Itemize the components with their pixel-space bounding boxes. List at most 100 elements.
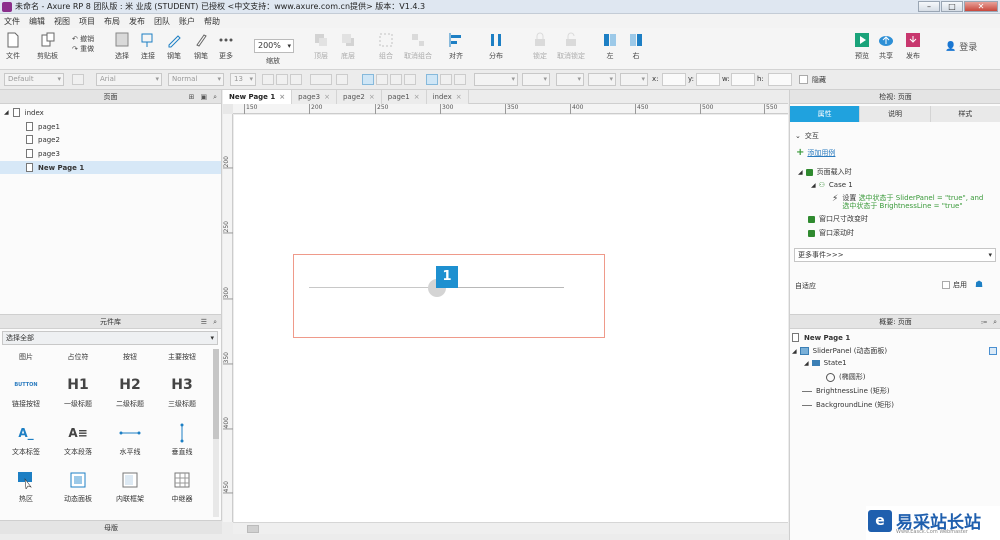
file-button[interactable]: 文件 [5, 32, 21, 61]
tab-new-page-1[interactable]: New Page 1 × [223, 90, 293, 104]
add-page-icon[interactable]: ⊞ [189, 90, 195, 104]
tab-page3[interactable]: page3 × [292, 90, 337, 104]
send-to-bottom-button[interactable]: 底层 [340, 32, 356, 61]
adaptive-views-icon[interactable]: ☗ [975, 280, 983, 290]
widget-link-button[interactable]: BUTTON 链接按钮 [1, 375, 51, 409]
menu-project[interactable]: 项目 [79, 16, 95, 27]
close-icon[interactable]: × [279, 93, 285, 101]
y-field[interactable] [696, 73, 720, 86]
widget-dynamic-panel[interactable]: 动态面板 [53, 470, 103, 504]
outline-item-ellipse[interactable]: (椭圆形) [826, 372, 865, 382]
widget-h1[interactable]: H1 一级标题 [53, 375, 103, 409]
bold-button[interactable] [262, 74, 274, 85]
tab-style[interactable]: 样式 [930, 106, 1000, 122]
widget-button[interactable]: 按钮 [105, 352, 155, 362]
select-button[interactable]: 选择 [114, 32, 130, 61]
menu-icon[interactable]: ☰ [201, 315, 207, 329]
close-icon[interactable]: × [369, 93, 375, 101]
bullet-button[interactable] [336, 74, 348, 85]
close-button[interactable]: ✕ [964, 1, 998, 12]
search-icon[interactable]: ⌕ [213, 315, 217, 329]
right-button[interactable]: 右 [628, 32, 644, 61]
page-tree-root[interactable]: ◢ index [4, 108, 44, 117]
widget-text-paragraph[interactable]: A≡ 文本段落 [53, 423, 103, 457]
publish-button[interactable]: 发布 [905, 32, 921, 61]
ungroup-button[interactable]: 取消组合 [404, 32, 432, 61]
library-scrollbar[interactable] [213, 349, 219, 517]
widget-inline-frame[interactable]: 内联框架 [105, 470, 155, 504]
group-button[interactable]: 组合 [378, 32, 394, 61]
login-button[interactable]: 👤 登录 [945, 40, 977, 54]
menu-edit[interactable]: 编辑 [29, 16, 45, 27]
close-icon[interactable]: × [456, 93, 462, 101]
bring-to-top-button[interactable]: 顶层 [313, 32, 329, 61]
outline-item-state1[interactable]: ◢ State1 [804, 359, 847, 367]
outline-item-brightness-line[interactable]: BrightnessLine (矩形) [802, 386, 890, 396]
library-scroll-thumb[interactable] [213, 349, 219, 439]
interactions-section[interactable]: ⌄ 交互 [795, 131, 819, 141]
widget-h3[interactable]: H3 三级标题 [157, 375, 207, 409]
justify-button[interactable] [404, 74, 416, 85]
case-1[interactable]: ◢ ⚇ Case 1 [811, 181, 853, 189]
shadow-select[interactable]: ▾ [522, 73, 550, 86]
underline-button[interactable] [290, 74, 302, 85]
menu-account[interactable]: 账户 [179, 16, 195, 27]
canvas-horizontal-scrollbar[interactable] [233, 522, 788, 534]
menu-publish[interactable]: 发布 [129, 16, 145, 27]
font-size-select[interactable]: 13 ▾ [230, 73, 256, 86]
canvas-scroll-thumb[interactable] [247, 525, 259, 533]
set-selected-action[interactable]: ⚡ 设置 选中状态于 SliderPanel = "true", and 选中状… [832, 194, 983, 210]
lock-button[interactable]: 锁定 [532, 32, 548, 61]
event-on-page-load[interactable]: ◢ 页面载入时 [798, 167, 852, 177]
minimize-button[interactable]: – [918, 1, 940, 12]
align-button[interactable]: 对齐 [448, 32, 464, 61]
widget-primary-button[interactable]: 主要按钮 [157, 352, 207, 362]
menu-layout[interactable]: 布局 [104, 16, 120, 27]
menu-team[interactable]: 团队 [154, 16, 170, 27]
widget-vertical-line[interactable]: 垂直线 [157, 423, 207, 457]
more-button[interactable]: 更多 [218, 32, 234, 61]
connect-button[interactable]: 连接 [140, 32, 156, 61]
search-icon[interactable]: ⌕ [993, 315, 997, 329]
maximize-button[interactable]: □ [941, 1, 963, 12]
align-text-left-button[interactable] [362, 74, 374, 85]
h-field[interactable] [768, 73, 792, 86]
close-icon[interactable]: × [414, 93, 420, 101]
page-item-page1[interactable]: page1 [26, 122, 60, 131]
menu-file[interactable]: 文件 [4, 16, 20, 27]
align-bottom-button[interactable] [454, 74, 466, 85]
style-select[interactable]: Default ▾ [4, 73, 64, 86]
zoom-select[interactable]: 200% ▾ [254, 39, 294, 53]
library-select[interactable]: 选择全部 ▾ [2, 331, 218, 345]
tab-page2[interactable]: page2 × [336, 90, 382, 104]
border-width-select[interactable]: ▾ [588, 73, 616, 86]
preview-button[interactable]: 预览 [854, 32, 870, 61]
widget-placeholder[interactable]: 占位符 [53, 352, 103, 362]
page-item-new-page-1[interactable]: New Page 1 [0, 161, 221, 174]
widget-image[interactable]: 图片 [1, 352, 51, 362]
format-painter-button[interactable] [72, 74, 84, 85]
align-text-right-button[interactable] [390, 74, 402, 85]
fill-color-select[interactable]: ▾ [474, 73, 518, 86]
font-color-button[interactable] [310, 74, 332, 85]
menu-help[interactable]: 帮助 [204, 16, 220, 27]
page-item-page3[interactable]: page3 [26, 149, 60, 158]
italic-button[interactable] [276, 74, 288, 85]
unlock-button[interactable]: 取消锁定 [557, 32, 585, 61]
page-item-page2[interactable]: page2 [26, 135, 60, 144]
tab-index[interactable]: index × [426, 90, 469, 104]
font-weight-select[interactable]: Normal ▾ [168, 73, 224, 86]
border-style-select[interactable]: ▾ [620, 73, 648, 86]
tab-page1[interactable]: page1 × [381, 90, 427, 104]
event-window-scroll[interactable]: 窗口滚动时 [808, 228, 854, 238]
hidden-checkbox[interactable] [799, 75, 808, 84]
undo-button[interactable]: ↶ 撤销 [72, 34, 94, 44]
menu-view[interactable]: 视图 [54, 16, 70, 27]
widget-horizontal-line[interactable]: 水平线 [105, 423, 155, 457]
widget-hotspot[interactable]: 热区 [1, 470, 51, 504]
widget-text-label[interactable]: A_ 文本标签 [1, 423, 51, 457]
filter-icon[interactable]: ⩴ [981, 315, 987, 329]
share-button[interactable]: 共享 [878, 32, 894, 61]
left-button[interactable]: 左 [602, 32, 618, 61]
redo-button[interactable]: ↷ 重做 [72, 44, 94, 54]
